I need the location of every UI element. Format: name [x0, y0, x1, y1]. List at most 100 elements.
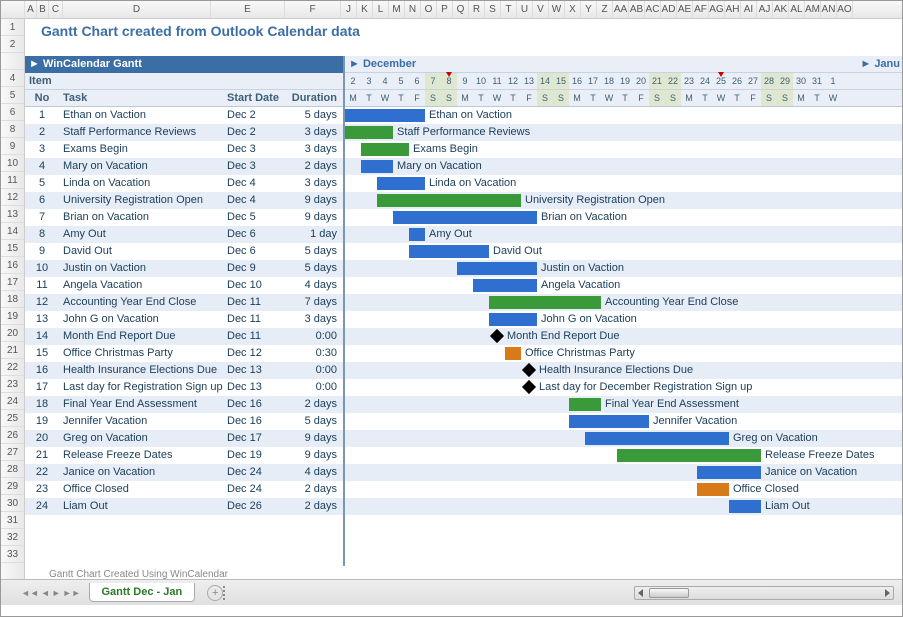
- task-row[interactable]: 6University Registration OpenDec 49 days: [25, 192, 343, 209]
- bar-label: Accounting Year End Close: [605, 294, 738, 311]
- task-row[interactable]: 1Ethan on VactionDec 25 days: [25, 107, 343, 124]
- task-row[interactable]: 7Brian on VacationDec 59 days: [25, 209, 343, 226]
- bar-label: David Out: [493, 243, 542, 260]
- task-row[interactable]: 24Liam OutDec 262 days: [25, 498, 343, 515]
- gantt-bar: [569, 398, 601, 411]
- task-row[interactable]: 15Office Christmas PartyDec 120:30: [25, 345, 343, 362]
- gantt-bar: [489, 313, 537, 326]
- footer-note: Gantt Chart Created Using WinCalendar: [25, 566, 902, 579]
- tab-split-handle[interactable]: [223, 586, 227, 600]
- row-headers[interactable]: 1245689101112131415161718192021222324252…: [1, 19, 25, 579]
- gantt-chart: ► WinCalendar Gantt Item No Task Start D…: [25, 56, 902, 566]
- gantt-bar-row: Brian on Vacation: [345, 209, 902, 226]
- add-sheet-button[interactable]: +: [207, 585, 223, 601]
- tab-next-icon[interactable]: ►: [52, 588, 61, 598]
- task-row[interactable]: 13John G on VacationDec 113 days: [25, 311, 343, 328]
- gantt-bar-row: Staff Performance Reviews: [345, 124, 902, 141]
- scrollbar-thumb[interactable]: [649, 588, 689, 598]
- task-row[interactable]: 22Janice on VacationDec 244 days: [25, 464, 343, 481]
- gantt-bar-row: Office Christmas Party: [345, 345, 902, 362]
- column-headers[interactable]: ABCDEFJKLMNOPQRSTUVWXYZAAABACADAEAFAGAHA…: [1, 1, 902, 19]
- gantt-bar: [489, 296, 601, 309]
- gantt-bar-row: Linda on Vacation: [345, 175, 902, 192]
- gantt-bar-row: Exams Begin: [345, 141, 902, 158]
- task-row[interactable]: 10Justin on VactionDec 95 days: [25, 260, 343, 277]
- gantt-bar-row: Mary on Vacation: [345, 158, 902, 175]
- page-title: Gantt Chart created from Outlook Calenda…: [25, 19, 902, 44]
- gantt-bar: [377, 194, 521, 207]
- gantt-bar-row: Ethan on Vaction: [345, 107, 902, 124]
- task-row[interactable]: 19Jennifer VacationDec 165 days: [25, 413, 343, 430]
- month-jan: ► Janu: [860, 56, 902, 72]
- gantt-bar: [409, 245, 489, 258]
- task-row[interactable]: 3Exams BeginDec 33 days: [25, 141, 343, 158]
- gantt-bar: [457, 262, 537, 275]
- task-row[interactable]: 21Release Freeze DatesDec 199 days: [25, 447, 343, 464]
- col-task: Task: [59, 90, 227, 106]
- gantt-bar: [569, 415, 649, 428]
- gantt-bar: [585, 432, 729, 445]
- item-label: Item: [25, 73, 343, 90]
- sheet-tab[interactable]: Gantt Dec - Jan: [89, 583, 196, 602]
- task-row[interactable]: 8Amy OutDec 61 day: [25, 226, 343, 243]
- horizontal-scrollbar[interactable]: [634, 586, 894, 600]
- task-row[interactable]: 9David OutDec 65 days: [25, 243, 343, 260]
- gantt-bar: [697, 483, 729, 496]
- bar-label: Exams Begin: [413, 141, 478, 158]
- gantt-bar-row: Final Year End Assessment: [345, 396, 902, 413]
- task-row[interactable]: 2Staff Performance ReviewsDec 23 days: [25, 124, 343, 141]
- spreadsheet-content[interactable]: Gantt Chart created from Outlook Calenda…: [25, 19, 902, 579]
- gantt-timeline: ► December ► Janu 2345678910111213141516…: [345, 56, 902, 566]
- task-row[interactable]: 4Mary on VacationDec 32 days: [25, 158, 343, 175]
- gantt-bar-row: Health Insurance Elections Due: [345, 362, 902, 379]
- tab-last-icon[interactable]: ►►: [63, 588, 81, 598]
- milestone-icon: [522, 363, 536, 377]
- gantt-bar-row: Office Closed: [345, 481, 902, 498]
- tab-prev-icon[interactable]: ◄: [41, 588, 50, 598]
- gantt-bar-row: Janice on Vacation: [345, 464, 902, 481]
- bar-label: Janice on Vacation: [765, 464, 857, 481]
- bar-label: Angela Vacation: [541, 277, 620, 294]
- tab-nav-buttons[interactable]: ◄◄ ◄ ► ►►: [21, 588, 81, 598]
- gantt-bar: [697, 466, 761, 479]
- bar-label: University Registration Open: [525, 192, 665, 209]
- gantt-bar: [409, 228, 425, 241]
- gantt-bar-row: Last day for December Registration Sign …: [345, 379, 902, 396]
- gantt-bar: [729, 500, 761, 513]
- bar-label: Greg on Vacation: [733, 430, 818, 447]
- tab-first-icon[interactable]: ◄◄: [21, 588, 39, 598]
- gantt-list-title: ► WinCalendar Gantt: [25, 56, 343, 73]
- month-dec: ► December: [345, 56, 416, 72]
- gantt-bar-row: John G on Vacation: [345, 311, 902, 328]
- gantt-bar-row: Release Freeze Dates: [345, 447, 902, 464]
- gantt-bar-row: Angela Vacation: [345, 277, 902, 294]
- bar-label: Office Christmas Party: [525, 345, 635, 362]
- task-row[interactable]: 20Greg on VacationDec 179 days: [25, 430, 343, 447]
- bar-label: Linda on Vacation: [429, 175, 516, 192]
- bar-label: Amy Out: [429, 226, 472, 243]
- milestone-icon: [490, 329, 504, 343]
- task-row[interactable]: 23Office ClosedDec 242 days: [25, 481, 343, 498]
- bar-label: Last day for December Registration Sign …: [539, 379, 752, 396]
- bar-label: Ethan on Vaction: [429, 107, 512, 124]
- task-row[interactable]: 18Final Year End AssessmentDec 162 days: [25, 396, 343, 413]
- milestone-icon: [522, 380, 536, 394]
- gantt-bar-row: Amy Out: [345, 226, 902, 243]
- gantt-bar-row: Month End Report Due: [345, 328, 902, 345]
- gantt-bar: [393, 211, 537, 224]
- task-row[interactable]: 11Angela VacationDec 104 days: [25, 277, 343, 294]
- gantt-bar: [361, 160, 393, 173]
- gantt-bar: [345, 109, 425, 122]
- task-row[interactable]: 12Accounting Year End CloseDec 117 days: [25, 294, 343, 311]
- task-row[interactable]: 14Month End Report DueDec 110:00: [25, 328, 343, 345]
- gantt-bar: [505, 347, 521, 360]
- gantt-bar-row: Greg on Vacation: [345, 430, 902, 447]
- gantt-bar-row: David Out: [345, 243, 902, 260]
- gantt-bar-row: Accounting Year End Close: [345, 294, 902, 311]
- task-row[interactable]: 17Last day for Registration Sign upDec 1…: [25, 379, 343, 396]
- bar-label: Justin on Vaction: [541, 260, 624, 277]
- bar-label: Release Freeze Dates: [765, 447, 874, 464]
- gantt-bar: [377, 177, 425, 190]
- task-row[interactable]: 5Linda on VacationDec 43 days: [25, 175, 343, 192]
- task-row[interactable]: 16Health Insurance Elections DueDec 130:…: [25, 362, 343, 379]
